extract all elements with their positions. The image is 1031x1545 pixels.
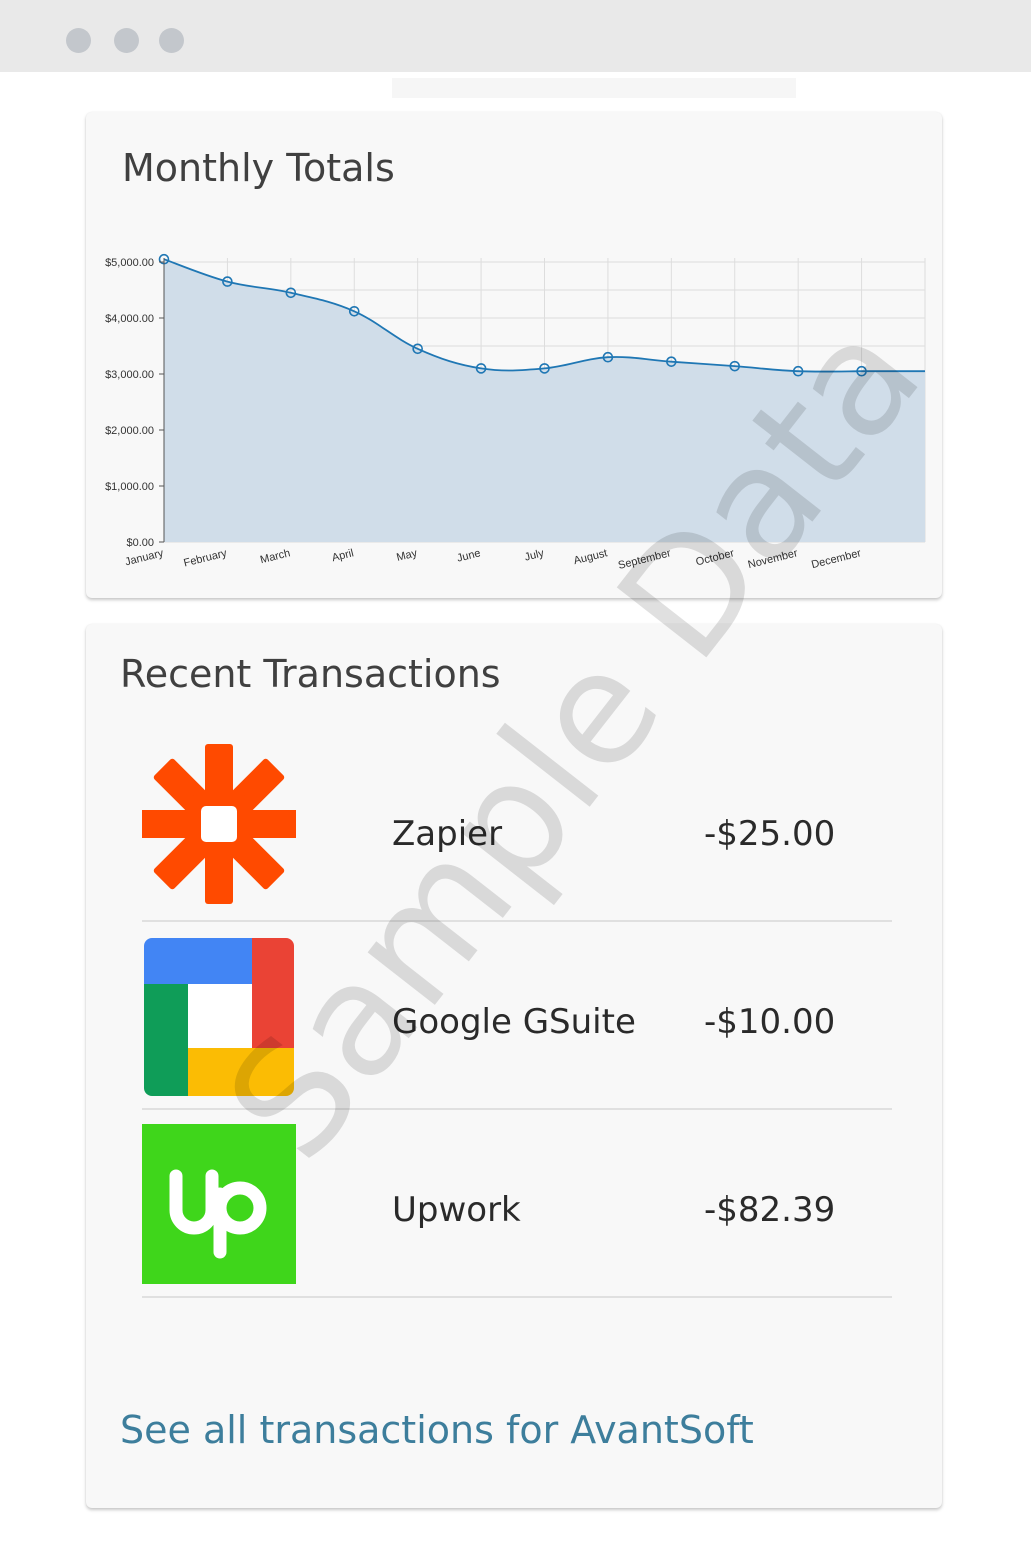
- chart-x-tick-label: September: [617, 547, 672, 572]
- monthly-totals-card: Monthly Totals $0.00 $1,000.00 $2,000.00 $3…: [86, 112, 942, 598]
- chart-x-tick-label: December: [810, 547, 862, 571]
- chart-x-tick-label: April: [331, 547, 355, 564]
- card-title: Recent Transactions: [120, 652, 501, 696]
- transaction-name: Zapier: [392, 814, 503, 854]
- chart-y-tick-label: $3,000.00: [105, 369, 154, 381]
- chart-x-tick-label: May: [395, 547, 419, 564]
- chart-x-tick-label: January: [124, 547, 165, 568]
- chart-x-tick-label: June: [456, 547, 482, 564]
- chart-x-tick-label: February: [183, 547, 229, 569]
- window-control-dot[interactable]: [159, 28, 184, 53]
- chart-x-axis: January February March April May June July Augu…: [124, 547, 863, 572]
- transaction-amount: -$25.00: [704, 814, 836, 854]
- chart-x-tick-label: October: [695, 547, 736, 568]
- zapier-logo-icon: [142, 744, 296, 904]
- chart-x-tick-label: July: [523, 547, 545, 563]
- chart-y-tick-label: $1,000.00: [105, 481, 154, 493]
- chart-y-tick-label: $2,000.00: [105, 425, 154, 437]
- upwork-logo-icon: [142, 1124, 296, 1284]
- gsuite-logo-icon: [144, 938, 294, 1096]
- address-placeholder-bar: [392, 78, 796, 98]
- window-control-dot[interactable]: [66, 28, 91, 53]
- chart-x-tick-label: August: [573, 547, 609, 567]
- window-control-dot[interactable]: [114, 28, 139, 53]
- monthly-totals-chart: $0.00 $1,000.00 $2,000.00 $3,000.00 $4,000.0…: [105, 253, 926, 572]
- chart-y-axis: $0.00 $1,000.00 $2,000.00 $3,000.00 $4,000.0…: [105, 257, 165, 549]
- transaction-row-zapier[interactable]: Zapier -$25.00: [142, 734, 892, 922]
- window-title-bar: [0, 0, 1031, 72]
- chart-y-tick-label: $4,000.00: [105, 313, 154, 325]
- transaction-name: Upwork: [392, 1190, 521, 1230]
- transaction-row-upwork[interactable]: Upwork -$82.39: [142, 1110, 892, 1298]
- chart-y-tick-label: $0.00: [126, 537, 154, 549]
- recent-transactions-card: Recent Transactions Zapier -$25.00 Googl…: [86, 624, 942, 1508]
- chart-y-tick-label: $5,000.00: [105, 257, 154, 269]
- transaction-amount: -$82.39: [704, 1190, 836, 1230]
- transaction-amount: -$10.00: [704, 1002, 836, 1042]
- transaction-row-gsuite[interactable]: Google GSuite -$10.00: [142, 922, 892, 1110]
- transaction-name: Google GSuite: [392, 1002, 636, 1042]
- chart-x-tick-label: November: [747, 547, 799, 571]
- see-all-transactions-link[interactable]: See all transactions for AvantSoft: [120, 1408, 754, 1452]
- chart-x-tick-label: March: [259, 547, 292, 566]
